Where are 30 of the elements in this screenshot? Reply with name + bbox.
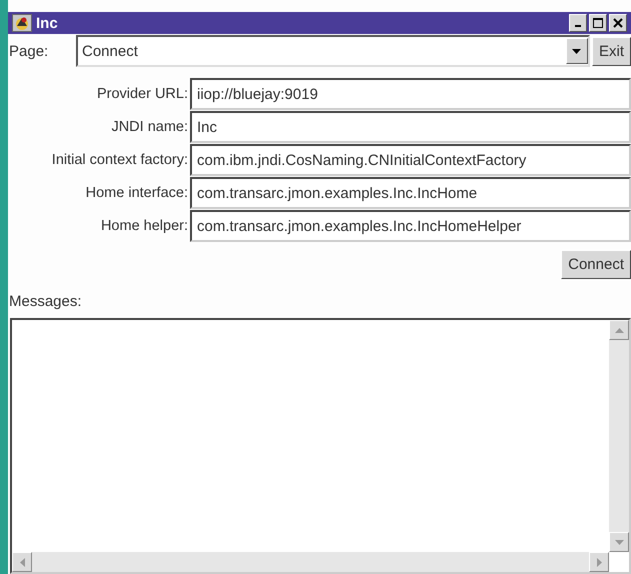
scroll-right-icon	[596, 558, 602, 566]
field-label: Initial context factory:	[50, 152, 188, 168]
field-label: Home interface:	[84, 185, 188, 201]
input-field[interactable]: com.ibm.jndi.CosNaming.CNInitialContextFactory	[190, 144, 631, 176]
dropdown-arrow-icon	[572, 48, 582, 54]
window-title: Inc	[36, 14, 59, 32]
maximize-icon	[593, 18, 603, 28]
vertical-scrollbar[interactable]	[609, 320, 629, 552]
messages-label: Messages:	[9, 293, 83, 310]
close-icon	[613, 18, 623, 28]
minimize-icon	[575, 25, 581, 27]
input-field[interactable]: com.transarc.jmon.examples.Inc.IncHomeHelper	[190, 210, 631, 242]
field-label: Provider URL:	[96, 86, 188, 102]
input-field[interactable]: com.transarc.jmon.examples.Inc.IncHome	[190, 177, 631, 209]
app-icon	[12, 14, 32, 32]
minimize-button[interactable]	[569, 14, 587, 32]
field-label: Home helper:	[100, 218, 188, 234]
scroll-left-icon	[20, 558, 24, 566]
horizontal-scrollbar[interactable]	[12, 552, 609, 572]
page-label: Page:	[9, 42, 50, 60]
input-field[interactable]: iiop://bluejay:9019	[190, 78, 631, 110]
field-label: JNDI name:	[110, 119, 188, 135]
page-dropdown[interactable]: Connect	[76, 35, 590, 67]
input-field[interactable]: Inc	[190, 111, 631, 143]
connect-button[interactable]: Connect	[561, 250, 631, 279]
close-button[interactable]	[609, 14, 627, 32]
scroll-down-icon	[614, 540, 624, 544]
scroll-up-icon	[614, 328, 624, 332]
exit-button[interactable]: Exit	[592, 36, 631, 66]
maximize-button[interactable]	[589, 14, 607, 32]
